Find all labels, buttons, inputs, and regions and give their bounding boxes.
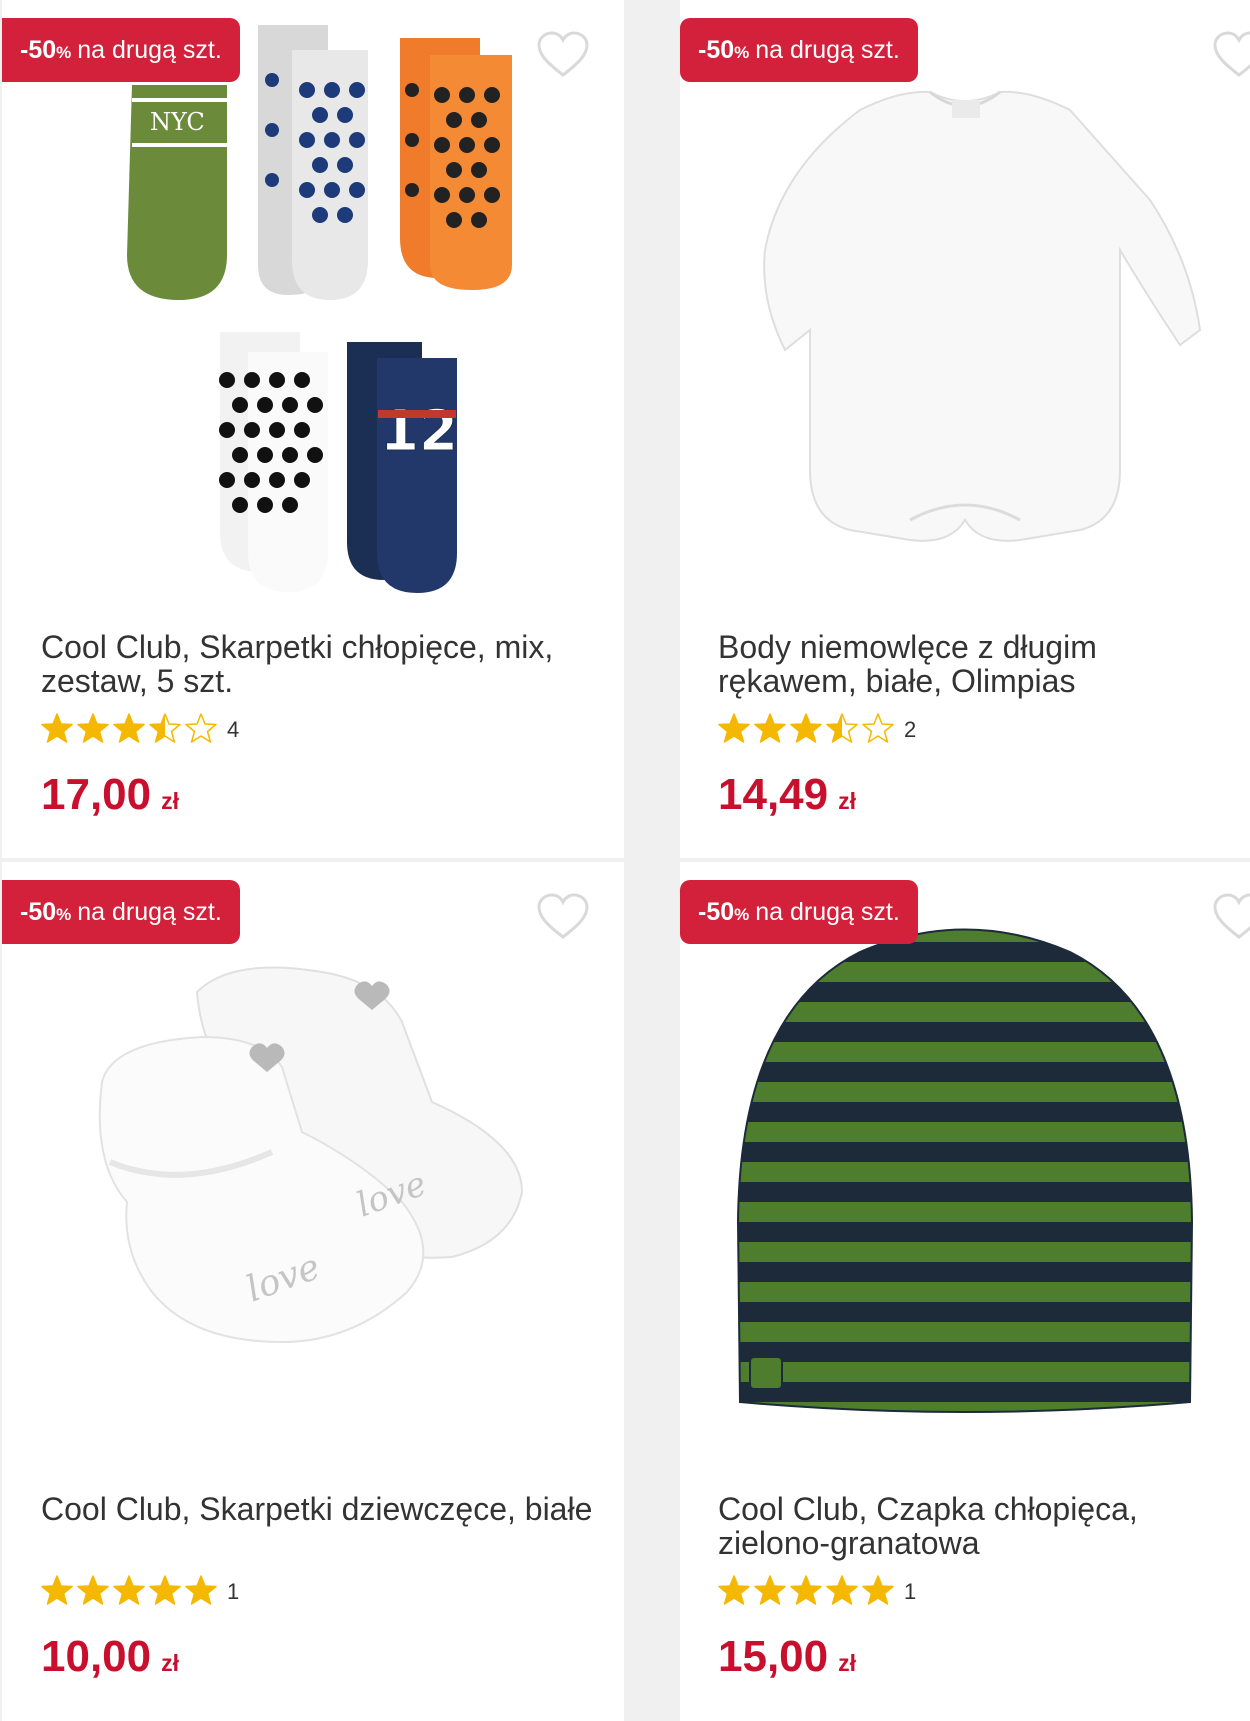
star-full-icon <box>718 712 750 743</box>
discount-text: na drugą szt. <box>755 897 900 926</box>
star-full-icon <box>790 1574 822 1605</box>
product-card[interactable]: -50% na drugą szt. Body niemowlęce z dłu… <box>680 0 1250 858</box>
product-title[interactable]: Cool Club, Czapka chłopięca, zielono-gra… <box>718 1492 1238 1560</box>
price-amount: 15,00 <box>718 1632 829 1681</box>
discount-badge: -50% na drugą szt. <box>680 880 918 944</box>
star-full-icon <box>77 1574 109 1605</box>
star-full-icon <box>113 1574 145 1605</box>
product-card[interactable]: -50% na drugą szt. Cool Club, Czapka chł… <box>680 862 1250 1721</box>
svg-text:NYC: NYC <box>150 108 205 136</box>
discount-percent: -50% <box>20 897 72 926</box>
price-amount: 14,49 <box>718 770 829 819</box>
product-image[interactable] <box>680 0 1250 610</box>
heart-icon[interactable] <box>536 30 590 80</box>
discount-badge: -50% na drugą szt. <box>2 880 240 944</box>
price-amount: 17,00 <box>41 770 152 819</box>
price: 14,49 zł <box>718 770 856 820</box>
product-image[interactable]: NYC 12 <box>2 0 624 610</box>
heart-icon[interactable] <box>1212 30 1250 80</box>
rating-count: 1 <box>904 1579 917 1604</box>
star-full-icon <box>826 1574 858 1605</box>
price-currency: zł <box>161 788 179 814</box>
product-card[interactable]: NYC 12 -50% na drugą szt. Cool Club, Ska… <box>2 0 624 858</box>
price-currency: zł <box>838 788 856 814</box>
discount-text: na drugą szt. <box>755 35 900 64</box>
star-full-icon <box>862 1574 894 1605</box>
star-rating <box>718 1574 898 1611</box>
heart-icon[interactable] <box>536 892 590 942</box>
star-half-icon <box>149 712 181 743</box>
product-title[interactable]: Cool Club, Skarpetki dziewczęce, białe <box>41 1492 601 1526</box>
discount-percent: -50% <box>698 35 750 64</box>
rating: 1 <box>41 1574 240 1611</box>
star-empty-icon <box>862 712 894 743</box>
star-full-icon <box>77 712 109 743</box>
rating-count: 2 <box>904 717 917 742</box>
svg-text:12: 12 <box>380 399 458 464</box>
heart-icon[interactable] <box>1212 892 1250 942</box>
star-full-icon <box>754 1574 786 1605</box>
rating: 1 <box>718 1574 917 1611</box>
price-amount: 10,00 <box>41 1632 152 1681</box>
rating-count: 4 <box>227 717 240 742</box>
price: 17,00 zł <box>41 770 179 820</box>
star-empty-icon <box>185 712 217 743</box>
star-full-icon <box>149 1574 181 1605</box>
product-title[interactable]: Cool Club, Skarpetki chłopięce, mix, zes… <box>41 630 601 698</box>
discount-text: na drugą szt. <box>77 35 222 64</box>
price-currency: zł <box>161 1650 179 1676</box>
product-card[interactable]: love love -50% na drugą szt. Cool Club, … <box>2 862 624 1721</box>
price: 15,00 zł <box>718 1632 856 1682</box>
rating-count: 1 <box>227 1579 240 1604</box>
product-grid: NYC 12 -50% na drugą szt. Cool Club, Ska… <box>0 0 1250 1721</box>
discount-text: na drugą szt. <box>77 897 222 926</box>
star-full-icon <box>718 1574 750 1605</box>
product-image[interactable] <box>680 862 1250 1472</box>
price: 10,00 zł <box>41 1632 179 1682</box>
star-full-icon <box>41 1574 73 1605</box>
discount-badge: -50% na drugą szt. <box>680 18 918 82</box>
star-full-icon <box>185 1574 217 1605</box>
star-rating <box>41 712 221 749</box>
star-full-icon <box>754 712 786 743</box>
product-image[interactable]: love love <box>2 862 624 1472</box>
star-full-icon <box>790 712 822 743</box>
price-currency: zł <box>838 1650 856 1676</box>
discount-percent: -50% <box>698 897 750 926</box>
star-rating <box>718 712 898 749</box>
rating: 2 <box>718 712 917 749</box>
discount-badge: -50% na drugą szt. <box>2 18 240 82</box>
rating: 4 <box>41 712 240 749</box>
product-title[interactable]: Body niemowlęce z długim rękawem, białe,… <box>718 630 1238 698</box>
star-full-icon <box>113 712 145 743</box>
star-rating <box>41 1574 221 1611</box>
star-half-icon <box>826 712 858 743</box>
discount-percent: -50% <box>20 35 72 64</box>
star-full-icon <box>41 712 73 743</box>
